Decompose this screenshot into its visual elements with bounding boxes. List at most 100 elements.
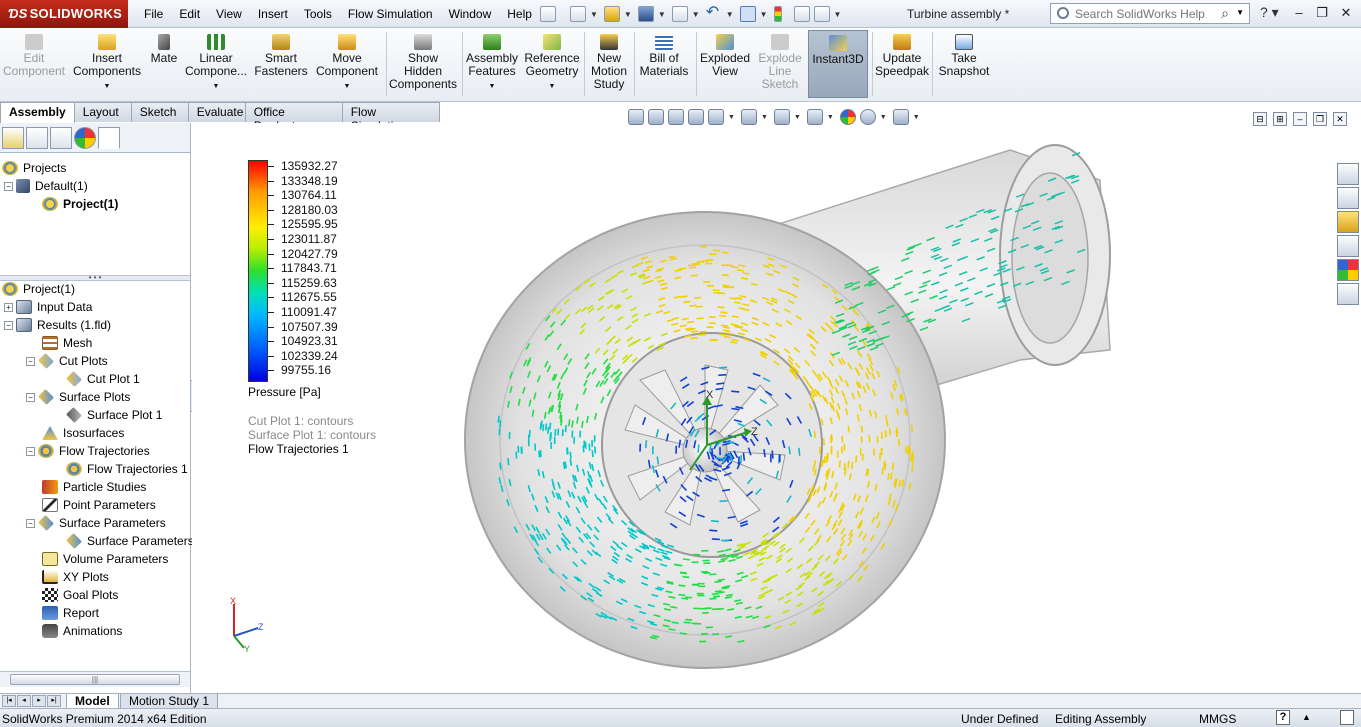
explode-line-sketch-button[interactable]: Explode Line Sketch: [754, 32, 806, 91]
dynamic-annotation-icon[interactable]: [708, 109, 724, 125]
show-hidden-components-button[interactable]: Show Hidden Components: [388, 32, 458, 91]
tree-item-report[interactable]: Report: [42, 604, 99, 622]
reference-geometry-button[interactable]: Reference Geometry ▼: [522, 32, 582, 93]
solidworks-logo[interactable]: ƊS SOLIDWORKS: [0, 0, 128, 28]
collapse-toggle-icon[interactable]: −: [26, 356, 35, 366]
status-options-icon[interactable]: [1340, 710, 1354, 725]
plot-list-cut-plot[interactable]: Cut Plot 1: contours: [248, 414, 353, 428]
menu-file[interactable]: File: [144, 7, 163, 21]
tab-model[interactable]: Model: [66, 694, 119, 709]
flow-simulation-tab-icon[interactable]: [98, 127, 120, 149]
status-units[interactable]: MMGS: [1199, 712, 1236, 726]
search-dropdown-arrow[interactable]: ▼: [1236, 8, 1244, 17]
file-explorer-icon[interactable]: [1337, 211, 1359, 233]
tree-item-mesh[interactable]: Mesh: [42, 334, 92, 352]
viewport-split-icon[interactable]: ⊟: [1253, 112, 1267, 126]
hide-show-dropdown-arrow[interactable]: ▼: [827, 114, 834, 121]
expand-toggle-icon[interactable]: +: [4, 302, 13, 312]
undo-dropdown-arrow[interactable]: ▼: [726, 10, 734, 19]
tree-config-default[interactable]: − Default(1): [4, 177, 88, 195]
move-component-button[interactable]: Move Component ▼: [312, 32, 382, 93]
tree-item-cut-plot-1[interactable]: Cut Plot 1: [66, 370, 140, 388]
tab-evaluate[interactable]: Evaluate: [187, 102, 246, 122]
rebuild-icon[interactable]: [773, 6, 782, 22]
view-orientation-icon[interactable]: [740, 109, 757, 125]
appearances-scenes-icon[interactable]: [1337, 259, 1359, 281]
search-go-icon[interactable]: ⌕: [1221, 5, 1229, 22]
search-box[interactable]: ⌕ ▼: [1050, 3, 1250, 24]
scrollbar-thumb[interactable]: |||: [10, 674, 180, 685]
viewport-link-icon[interactable]: ⊞: [1273, 112, 1287, 126]
options-icon[interactable]: [813, 6, 830, 22]
save-icon[interactable]: [637, 6, 654, 22]
tree-item-goal-plots[interactable]: Goal Plots: [42, 586, 118, 604]
section-view-icon[interactable]: [688, 109, 704, 125]
previous-view-icon[interactable]: [668, 109, 684, 125]
new-dropdown-arrow[interactable]: ▼: [590, 10, 598, 19]
print-dropdown-arrow[interactable]: ▼: [692, 10, 700, 19]
file-properties-icon[interactable]: [793, 6, 810, 22]
tree-item-surface-plots[interactable]: − Surface Plots: [26, 388, 130, 406]
tab-layout[interactable]: Layout: [73, 102, 132, 122]
display-style-icon[interactable]: [773, 109, 790, 125]
tree-item-input-data[interactable]: + Input Data: [4, 298, 92, 316]
help-icon[interactable]: ? ▾: [1260, 4, 1279, 21]
tab-sketch[interactable]: Sketch: [130, 102, 189, 122]
undo-icon[interactable]: ↶: [706, 5, 722, 22]
mate-button[interactable]: Mate: [146, 32, 182, 65]
menu-view[interactable]: View: [216, 7, 242, 21]
property-manager-tab-icon[interactable]: [26, 127, 48, 149]
insert-components-button[interactable]: Insert Components ▼: [70, 32, 144, 93]
close-button[interactable]: ✕: [1337, 4, 1355, 22]
pushpin-icon[interactable]: [540, 6, 556, 22]
tree-project-selected[interactable]: Project(1): [42, 195, 118, 213]
new-motion-study-button[interactable]: New Motion Study: [586, 32, 632, 91]
menu-tools[interactable]: Tools: [304, 7, 332, 21]
assembly-features-dropdown-arrow[interactable]: ▼: [464, 80, 520, 93]
collapse-toggle-icon[interactable]: −: [26, 392, 35, 402]
menu-help[interactable]: Help: [507, 7, 532, 21]
options-dropdown-arrow[interactable]: ▼: [834, 10, 842, 19]
scene-icon[interactable]: [859, 109, 876, 125]
zoom-to-fit-icon[interactable]: [628, 109, 644, 125]
insert-components-dropdown-arrow[interactable]: ▼: [70, 80, 144, 93]
tree-item-project[interactable]: Project(1): [2, 280, 75, 298]
tree-item-surface-plot-1[interactable]: Surface Plot 1: [66, 406, 162, 424]
custom-properties-icon[interactable]: [1337, 283, 1359, 305]
new-document-icon[interactable]: [570, 6, 586, 22]
menu-flow-simulation[interactable]: Flow Simulation: [348, 7, 433, 21]
viewport-restore-button[interactable]: ❐: [1313, 112, 1327, 126]
status-dropdown-arrow[interactable]: ▲: [1302, 712, 1311, 722]
scene-dropdown-arrow[interactable]: ▼: [880, 114, 887, 121]
prev-tab-arrow[interactable]: ◂: [17, 695, 31, 707]
select-cursor-icon[interactable]: [739, 6, 756, 22]
viewport-minimize-button[interactable]: –: [1293, 112, 1307, 126]
restore-button[interactable]: ❐: [1313, 4, 1331, 22]
open-dropdown-arrow[interactable]: ▼: [624, 10, 632, 19]
linear-pattern-button[interactable]: Linear Compone... ▼: [184, 32, 248, 93]
tree-item-results[interactable]: − Results (1.fld): [4, 316, 111, 334]
tree-item-point-parameters[interactable]: Point Parameters: [42, 496, 156, 514]
horizontal-scrollbar[interactable]: |||: [0, 671, 190, 687]
view-settings-dropdown-arrow[interactable]: ▼: [913, 114, 920, 121]
move-component-dropdown-arrow[interactable]: ▼: [312, 80, 382, 93]
tab-assembly[interactable]: Assembly: [0, 102, 75, 123]
view-palette-icon[interactable]: [1337, 235, 1359, 257]
turbine-model-view[interactable]: X Z X Z Y: [192, 123, 1361, 693]
tab-flow-simulation[interactable]: Flow Simulation: [341, 102, 440, 133]
plot-list-surface-plot[interactable]: Surface Plot 1: contours: [248, 428, 376, 442]
tree-projects-root[interactable]: Projects: [2, 159, 66, 177]
edit-component-button[interactable]: Edit Component: [2, 32, 66, 78]
tree-item-surface-parameters[interactable]: − Surface Parameters: [26, 514, 166, 532]
search-input[interactable]: [1075, 4, 1235, 23]
graphics-area[interactable]: X Z X Z Y 135932.27 133348.19 130764.11 128…: [192, 109, 1361, 693]
view-dropdown-arrow[interactable]: ▼: [728, 114, 735, 121]
tree-item-flow-trajectories[interactable]: − Flow Trajectories: [26, 442, 150, 460]
tab-motion-study-1[interactable]: Motion Study 1: [120, 694, 219, 709]
first-tab-arrow[interactable]: |◂: [2, 695, 16, 707]
tree-item-cut-plots[interactable]: − Cut Plots: [26, 352, 108, 370]
menu-insert[interactable]: Insert: [258, 7, 288, 21]
select-dropdown-arrow[interactable]: ▼: [760, 10, 768, 19]
status-help-icon[interactable]: ?: [1276, 710, 1290, 725]
exploded-view-button[interactable]: Exploded View: [698, 32, 752, 78]
